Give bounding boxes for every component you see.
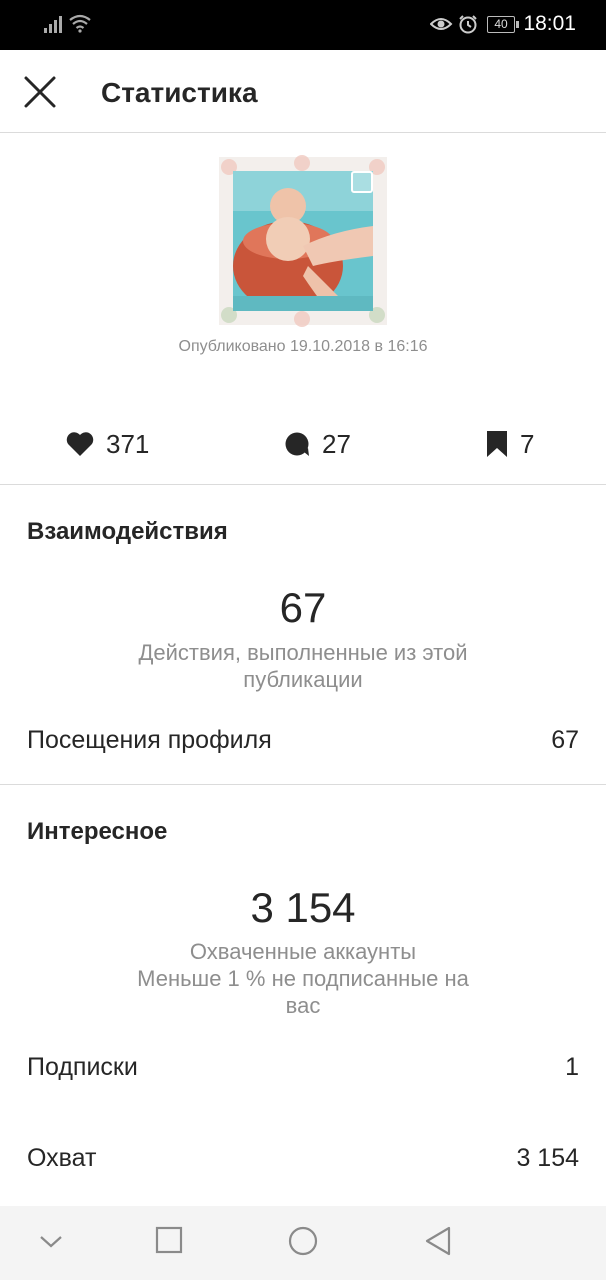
reach-value: 3 154 <box>516 1144 579 1172</box>
battery-icon: 40 <box>487 16 519 33</box>
likes-count: 371 <box>106 428 150 459</box>
published-date: Опубликовано 19.10.2018 в 16:16 <box>178 338 428 355</box>
comments-count: 27 <box>322 428 351 459</box>
heart-icon <box>66 432 94 456</box>
interactions-title: Взаимодействия <box>27 518 228 545</box>
home-circle-icon[interactable] <box>288 1226 318 1256</box>
caption-line: Меньше 1 % не подписанные на <box>137 966 469 991</box>
interactions-caption: Действия, выполненные из этой публикации <box>103 639 503 693</box>
back-triangle-icon[interactable] <box>424 1226 452 1256</box>
close-icon[interactable] <box>20 72 60 112</box>
profile-visits-value: 67 <box>551 726 579 754</box>
page-title: Статистика <box>101 77 258 108</box>
decor-dot <box>294 311 310 327</box>
decor-dot <box>294 155 310 171</box>
chevron-down-icon[interactable] <box>38 1234 64 1250</box>
likes-metric: 371 <box>66 426 149 462</box>
clock: 18:01 <box>523 12 576 35</box>
wifi-icon <box>69 14 91 33</box>
comment-icon <box>285 432 309 456</box>
eye-alarm-icons <box>430 15 477 34</box>
header: Статистика <box>0 50 606 133</box>
follows-value: 1 <box>565 1053 579 1081</box>
discovery-title: Интересное <box>27 818 168 845</box>
eye-icon <box>430 18 453 30</box>
saves-metric: 7 <box>486 426 534 462</box>
follows-label: Подписки <box>27 1053 138 1081</box>
caption-line: Охваченные аккаунты <box>189 939 417 964</box>
caption-line: публикации <box>243 667 363 692</box>
recents-square-icon[interactable] <box>155 1226 183 1254</box>
post-thumbnail[interactable] <box>219 155 387 327</box>
divider <box>0 784 606 785</box>
multi-photo-icon <box>351 171 373 193</box>
caption-line: вас <box>285 993 321 1018</box>
reach-label: Охват <box>27 1144 97 1172</box>
system-nav-bar <box>0 1206 606 1280</box>
signal-icon <box>44 16 62 33</box>
saves-count: 7 <box>520 428 535 459</box>
discovery-value: 3 154 <box>250 884 356 931</box>
discovery-caption: Охваченные аккаунты Меньше 1 % не подпис… <box>103 938 503 1019</box>
alarm-icon <box>459 15 477 34</box>
divider <box>0 484 606 485</box>
caption-line: Действия, выполненные из этой <box>138 640 468 665</box>
interactions-value: 67 <box>279 584 327 631</box>
status-bar: 40 18:01 <box>0 0 606 50</box>
comments-metric: 27 <box>284 426 351 462</box>
bookmark-icon <box>487 431 507 457</box>
profile-visits-label: Посещения профиля <box>27 726 272 754</box>
